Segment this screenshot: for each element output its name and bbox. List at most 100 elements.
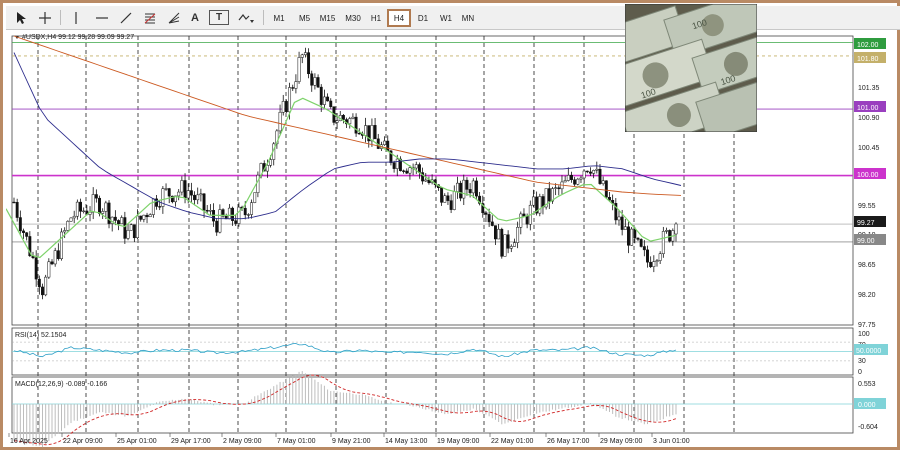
candle-body: [189, 190, 193, 196]
candle-body: [202, 193, 206, 211]
candle-body: [22, 230, 25, 233]
candle-body: [91, 194, 95, 213]
candle-body: [294, 81, 298, 89]
rsi-axis-label: 50.0000: [856, 348, 881, 355]
candle-body: [351, 116, 355, 119]
candle-body: [525, 215, 529, 225]
rsi-axis-label: 100: [858, 331, 870, 338]
candle-body: [468, 189, 472, 194]
timeframe-m30[interactable]: M30: [341, 9, 365, 27]
candle-body: [490, 221, 494, 226]
timeframe-h4[interactable]: H4: [387, 9, 411, 27]
timeframe-d1[interactable]: D1: [412, 9, 434, 27]
candle-body: [335, 120, 339, 123]
rsi-label: RSI(14) 52.1504: [15, 332, 66, 339]
candle-body: [668, 230, 672, 242]
candle-body: [383, 140, 387, 146]
candle-body: [573, 179, 577, 185]
candle-body: [281, 101, 285, 113]
candle-body: [167, 188, 171, 197]
candle-body: [354, 116, 358, 134]
candle-body: [69, 217, 73, 222]
macd-label: MACD(12,26,9) -0.089 -0.166: [15, 381, 107, 388]
candle-body: [446, 195, 450, 201]
candle-body: [392, 162, 396, 169]
candle-body: [370, 125, 374, 142]
chart-header: #USDX,H4 99.12 99.28 99.09 99.27: [22, 34, 134, 41]
price-axis-label: 100.90: [858, 115, 880, 122]
candle-body: [487, 214, 491, 223]
price-axis-label: 99.00: [857, 238, 875, 245]
candle-body: [145, 214, 149, 218]
timeframe-m15[interactable]: M15: [315, 9, 340, 27]
candle-body: [604, 180, 608, 198]
horizontal-line-icon[interactable]: [91, 8, 113, 27]
time-axis-label: 25 Apr 01:00: [117, 438, 157, 445]
candle-body: [598, 168, 602, 184]
candle-body: [37, 278, 41, 288]
candle-body: [288, 87, 292, 113]
candle-body: [516, 227, 520, 243]
candle-body: [177, 191, 181, 197]
dollar-bills-image: 100 100 100 100: [625, 4, 757, 132]
candle-body: [424, 179, 428, 182]
timeframe-m1[interactable]: M1: [269, 9, 289, 27]
candle-body: [227, 207, 231, 220]
candle-body: [50, 261, 54, 265]
candle-body: [129, 224, 133, 231]
candle-body: [655, 260, 659, 262]
candle-body: [455, 182, 459, 192]
candle-body: [494, 225, 497, 240]
price-axis-label: 101.80: [857, 56, 879, 63]
candle-body: [513, 242, 516, 247]
text-label-icon[interactable]: T: [209, 10, 229, 25]
timeframe-mn[interactable]: MN: [458, 9, 478, 27]
candle-body: [462, 179, 466, 199]
candle-body: [44, 276, 48, 296]
text-tool-icon[interactable]: A: [186, 8, 204, 27]
candle-body: [627, 226, 630, 246]
candle-body: [47, 261, 51, 278]
candle-body: [151, 198, 155, 215]
candle-body: [592, 170, 596, 174]
candle-body: [484, 212, 488, 215]
candle-body: [12, 201, 16, 204]
price-axis-label: 100.45: [858, 145, 880, 152]
timeframe-w1[interactable]: W1: [436, 9, 456, 27]
candle-body: [237, 206, 241, 224]
candle-body: [405, 170, 409, 174]
candle-body: [341, 115, 345, 120]
candle-body: [557, 187, 561, 190]
timeframe-m5[interactable]: M5: [294, 9, 315, 27]
candle-body: [15, 202, 19, 218]
candle-body: [205, 209, 209, 212]
macd-axis-label: 0.000: [858, 402, 876, 409]
candle-body: [326, 96, 330, 102]
candle-body: [63, 230, 67, 233]
time-axis-label: 26 May 17:00: [547, 438, 590, 445]
candle-body: [452, 191, 456, 210]
trendline-icon[interactable]: [116, 8, 136, 27]
vertical-line-icon[interactable]: [66, 8, 86, 27]
candle-body: [183, 180, 187, 199]
timeframe-h1[interactable]: H1: [367, 9, 385, 27]
candle-body: [313, 77, 317, 86]
cursor-icon[interactable]: [12, 8, 32, 27]
candle-body: [674, 223, 678, 235]
chart-area[interactable]: 102.00 101.80 101.35 101.00 100.90 100.45 100.…: [6, 29, 900, 450]
candle-body: [246, 214, 250, 216]
fibonacci-icon[interactable]: [140, 8, 160, 27]
candle-body: [142, 214, 146, 220]
candle-body: [316, 77, 320, 88]
time-axis-label: 29 May 09:00: [600, 438, 643, 445]
crosshair-icon[interactable]: [35, 8, 55, 27]
candle-body: [117, 220, 120, 225]
candle-body: [509, 246, 513, 249]
shapes-icon[interactable]: [234, 8, 258, 27]
candle-body: [519, 213, 523, 228]
candle-body: [642, 246, 646, 251]
candle-body: [589, 171, 592, 174]
chart-toolbar: A T M1 M5 M15 M30 H1 H4 D1 W1 MN: [6, 6, 900, 30]
fib-fan-icon[interactable]: [164, 8, 184, 27]
candle-body: [532, 196, 535, 206]
